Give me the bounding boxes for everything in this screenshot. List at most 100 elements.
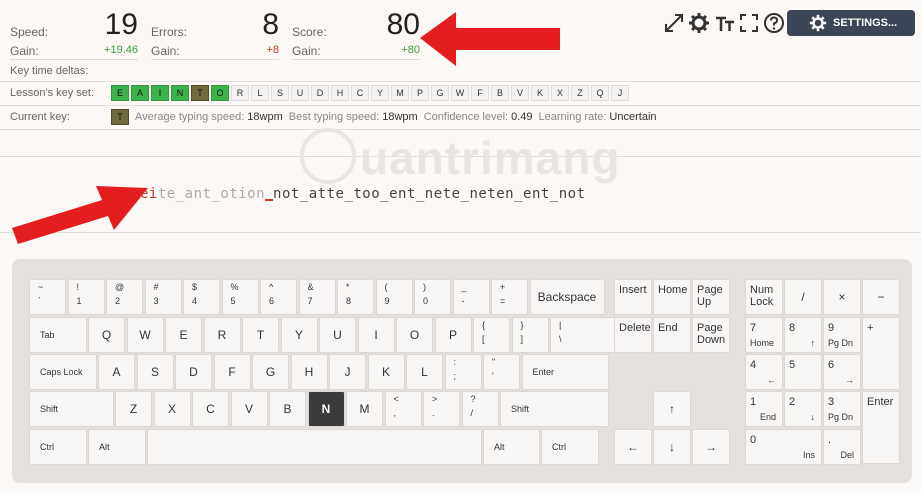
fullscreen-icon[interactable] [738, 12, 760, 34]
numpad-dot-key[interactable]: . Del [823, 429, 861, 465]
tab-key[interactable]: Tab [29, 317, 87, 353]
settings-button[interactable]: SETTINGS... [787, 10, 915, 36]
numpad-divide-key[interactable]: / [784, 279, 822, 315]
key-v[interactable]: V [230, 391, 268, 427]
key-t[interactable]: T [242, 317, 279, 353]
num-lock-key[interactable]: Num Lock [745, 279, 783, 315]
numpad-3-key[interactable]: 3 Pg Dn [823, 391, 861, 427]
numpad-enter-key[interactable]: Enter [862, 391, 900, 464]
key-sym2-0[interactable]: {[ [473, 317, 510, 353]
home-key[interactable]: Home [653, 279, 691, 315]
key-l[interactable]: L [406, 354, 443, 390]
key-b[interactable]: B [269, 391, 306, 427]
key-u[interactable]: U [319, 317, 356, 353]
arrow-left-key[interactable]: ← [614, 429, 652, 465]
ctrl-left-key[interactable]: Ctrl [29, 429, 87, 465]
key-k-main-label: K [381, 365, 390, 379]
numpad-6-key[interactable]: 6 → [823, 354, 861, 390]
shift-right-key[interactable]: Shift [500, 391, 609, 427]
key-c[interactable]: C [192, 391, 229, 427]
key-9[interactable]: (9 [375, 279, 413, 315]
delete-key[interactable]: Delete [614, 317, 652, 353]
gear-icon[interactable] [688, 12, 710, 34]
expand-arrows-icon[interactable] [663, 12, 685, 34]
key-k[interactable]: K [367, 354, 405, 390]
key-f[interactable]: F [213, 354, 251, 390]
key-7[interactable]: & 7 [298, 279, 336, 315]
numpad-2-key[interactable]: 2 ↓ [784, 391, 822, 427]
key-sym3-0[interactable]: :; [444, 354, 482, 390]
key-sym4-2[interactable]: ? / [461, 391, 499, 427]
key-1[interactable]: ! 1 [67, 279, 105, 315]
lesson-text[interactable]: eite_ant_otion not_atte_too_ent_nete_nete… [140, 186, 586, 202]
key-0[interactable]: ~ ` [29, 279, 66, 315]
key-q[interactable]: Q [88, 317, 125, 353]
key-r[interactable]: R [203, 317, 241, 353]
key-m[interactable]: M [346, 391, 383, 427]
lesson-key-n: N [171, 85, 189, 101]
key-h[interactable]: H [290, 354, 328, 390]
space-key[interactable] [147, 429, 482, 465]
key-10[interactable]: ) 0 [414, 279, 451, 315]
caps-lock-key[interactable]: Caps Lock [29, 354, 97, 390]
numpad-minus-key[interactable]: − [862, 279, 900, 315]
numpad-8-key[interactable]: 8 ↑ [784, 317, 822, 353]
key-x[interactable]: X [153, 391, 191, 427]
backspace-key-main-label: Backspace [537, 290, 597, 304]
key-12[interactable]: + = [491, 279, 528, 315]
key-2[interactable]: @2 [106, 279, 143, 315]
numpad-0-key-br-label: Ins [802, 450, 815, 460]
key-g[interactable]: G [252, 354, 289, 390]
key-sym4-0[interactable]: <, [384, 391, 422, 427]
alt-right-key[interactable]: Alt [483, 429, 540, 465]
numpad-9-key[interactable]: 9 Pg Dn [823, 317, 861, 353]
key-j[interactable]: J [329, 354, 366, 390]
key-sym4-1[interactable]: >. [423, 391, 460, 427]
key-n[interactable]: N [307, 391, 345, 427]
numpad-multiply-key-main-label: × [838, 290, 846, 304]
numpad-multiply-key[interactable]: × [823, 279, 861, 315]
numpad-plus-key[interactable]: + [862, 317, 900, 390]
key-5[interactable]: % 5 [221, 279, 259, 315]
numpad-7-key[interactable]: 7 Home [745, 317, 783, 353]
key-i[interactable]: I [357, 317, 395, 353]
key-8[interactable]: * 8 [337, 279, 374, 315]
numpad-0-key[interactable]: 0 Ins [745, 429, 822, 465]
ctrl-right-key[interactable]: Ctrl [541, 429, 599, 465]
key-a[interactable]: A [98, 354, 135, 390]
speed-label: Speed: [10, 25, 49, 39]
alt-left-key-mod-label: Alt [99, 442, 110, 452]
numpad-5-key[interactable]: 5 [784, 354, 822, 390]
arrow-up-key[interactable]: ↑ [653, 391, 691, 427]
text-size-icon[interactable] [714, 12, 736, 34]
end-key[interactable]: End [653, 317, 691, 353]
key-z[interactable]: Z [115, 391, 152, 427]
backspace-key[interactable]: Backspace [529, 279, 605, 315]
key-sym3-1[interactable]: " ' [483, 354, 520, 390]
page-down-key[interactable]: Page Down [692, 317, 730, 353]
arrow-down-key[interactable]: ↓ [653, 429, 691, 465]
key-6[interactable]: ^ 6 [260, 279, 297, 315]
enter-key[interactable]: Enter [521, 354, 609, 390]
insert-key[interactable]: Insert [614, 279, 652, 315]
numpad-4-key[interactable]: 4 ← [745, 354, 783, 390]
lesson-key-o: O [211, 85, 229, 101]
key-y[interactable]: Y [280, 317, 318, 353]
page-up-key[interactable]: Page Up [692, 279, 730, 315]
key-sym2-1[interactable]: }] [511, 317, 549, 353]
key-d[interactable]: D [175, 354, 212, 390]
key-w[interactable]: W [126, 317, 164, 353]
help-icon[interactable] [763, 12, 785, 34]
shift-left-key[interactable]: Shift [29, 391, 114, 427]
numpad-1-key[interactable]: 1 End [745, 391, 783, 427]
key-11[interactable]: _ - [452, 279, 490, 315]
key-o[interactable]: O [396, 317, 433, 353]
alt-left-key[interactable]: Alt [88, 429, 146, 465]
key-9-bot-label: 9 [384, 296, 390, 306]
arrow-right-key[interactable]: → [692, 429, 730, 465]
key-4[interactable]: $4 [183, 279, 220, 315]
key-e[interactable]: E [165, 317, 202, 353]
key-s[interactable]: S [136, 354, 174, 390]
key-3[interactable]: #3 [144, 279, 182, 315]
key-p[interactable]: P [434, 317, 472, 353]
